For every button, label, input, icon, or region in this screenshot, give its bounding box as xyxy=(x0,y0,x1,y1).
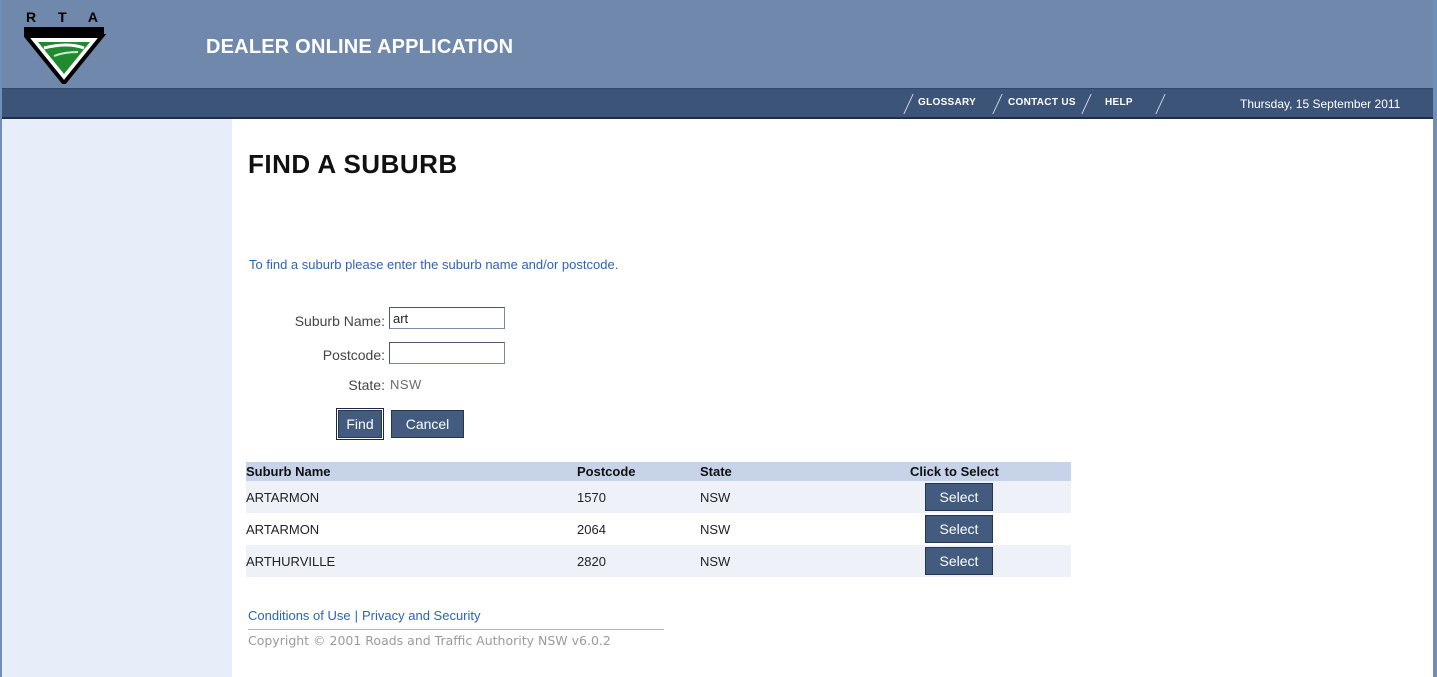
suburb-name-label: Suburb Name: xyxy=(294,313,385,329)
footer-separator: | xyxy=(354,608,359,623)
table-row: ARTARMON 1570 NSW Select xyxy=(246,481,1071,513)
nav-link-contact-us[interactable]: CONTACT US xyxy=(1008,97,1076,108)
postcode-input[interactable] xyxy=(389,342,505,364)
privacy-security-link[interactable]: Privacy and Security xyxy=(362,608,481,623)
conditions-of-use-link[interactable]: Conditions of Use xyxy=(248,608,351,623)
find-button[interactable]: Find xyxy=(336,408,384,440)
cell-suburb: ARTARMON xyxy=(246,481,577,513)
footer-divider xyxy=(248,629,664,630)
nav-divider xyxy=(1081,94,1092,114)
nav-link-help[interactable]: HELP xyxy=(1105,97,1133,108)
rta-logo-icon: R T A xyxy=(24,9,106,84)
table-row: ARTARMON 2064 NSW Select xyxy=(246,513,1071,545)
column-header-state: State xyxy=(700,462,910,481)
cell-postcode: 1570 xyxy=(577,481,700,513)
select-button[interactable]: Select xyxy=(925,515,993,543)
results-header-row: Suburb Name Postcode State Click to Sele… xyxy=(246,462,1071,481)
cell-postcode: 2064 xyxy=(577,513,700,545)
postcode-label: Postcode: xyxy=(322,347,385,363)
cell-postcode: 2820 xyxy=(577,545,700,577)
column-header-suburb: Suburb Name xyxy=(246,462,577,481)
cell-suburb: ARTARMON xyxy=(246,513,577,545)
app-title: DEALER ONLINE APPLICATION xyxy=(206,36,514,58)
nav-divider xyxy=(1155,94,1166,114)
current-date: Thursday, 15 September 2011 xyxy=(1240,97,1401,111)
window-frame-right xyxy=(1433,0,1437,677)
state-label: State: xyxy=(348,377,385,393)
header-bar: R T A DEALER ONLINE APPLICATION xyxy=(2,0,1433,89)
table-row: ARTHURVILLE 2820 NSW Select xyxy=(246,545,1071,577)
cell-action: Select xyxy=(910,481,1071,513)
logo-text: R T A xyxy=(26,9,106,25)
nav-link-glossary[interactable]: GLOSSARY xyxy=(918,97,976,108)
cell-state: NSW xyxy=(700,513,910,545)
select-button[interactable]: Select xyxy=(925,547,993,575)
footer-links: Conditions of Use | Privacy and Security xyxy=(248,608,481,623)
results-table: Suburb Name Postcode State Click to Sele… xyxy=(246,462,1071,577)
state-value: NSW xyxy=(390,377,422,392)
intro-text: To find a suburb please enter the suburb… xyxy=(249,257,619,272)
cell-suburb: ARTHURVILLE xyxy=(246,545,577,577)
suburb-name-input[interactable] xyxy=(389,307,505,329)
page-title: FIND A SUBURB xyxy=(248,149,458,179)
column-header-select: Click to Select xyxy=(910,462,1071,481)
cell-action: Select xyxy=(910,545,1071,577)
cancel-button[interactable]: Cancel xyxy=(391,410,464,438)
cell-action: Select xyxy=(910,513,1071,545)
column-header-postcode: Postcode xyxy=(577,462,700,481)
nav-divider xyxy=(903,94,914,114)
cell-state: NSW xyxy=(700,481,910,513)
nav-bar: GLOSSARY CONTACT US HELP Thursday, 15 Se… xyxy=(2,89,1433,119)
copyright-text: Copyright © 2001 Roads and Traffic Autho… xyxy=(248,633,611,648)
cell-state: NSW xyxy=(700,545,910,577)
nav-divider xyxy=(992,94,1003,114)
select-button[interactable]: Select xyxy=(925,483,993,511)
left-sidebar xyxy=(2,119,232,677)
